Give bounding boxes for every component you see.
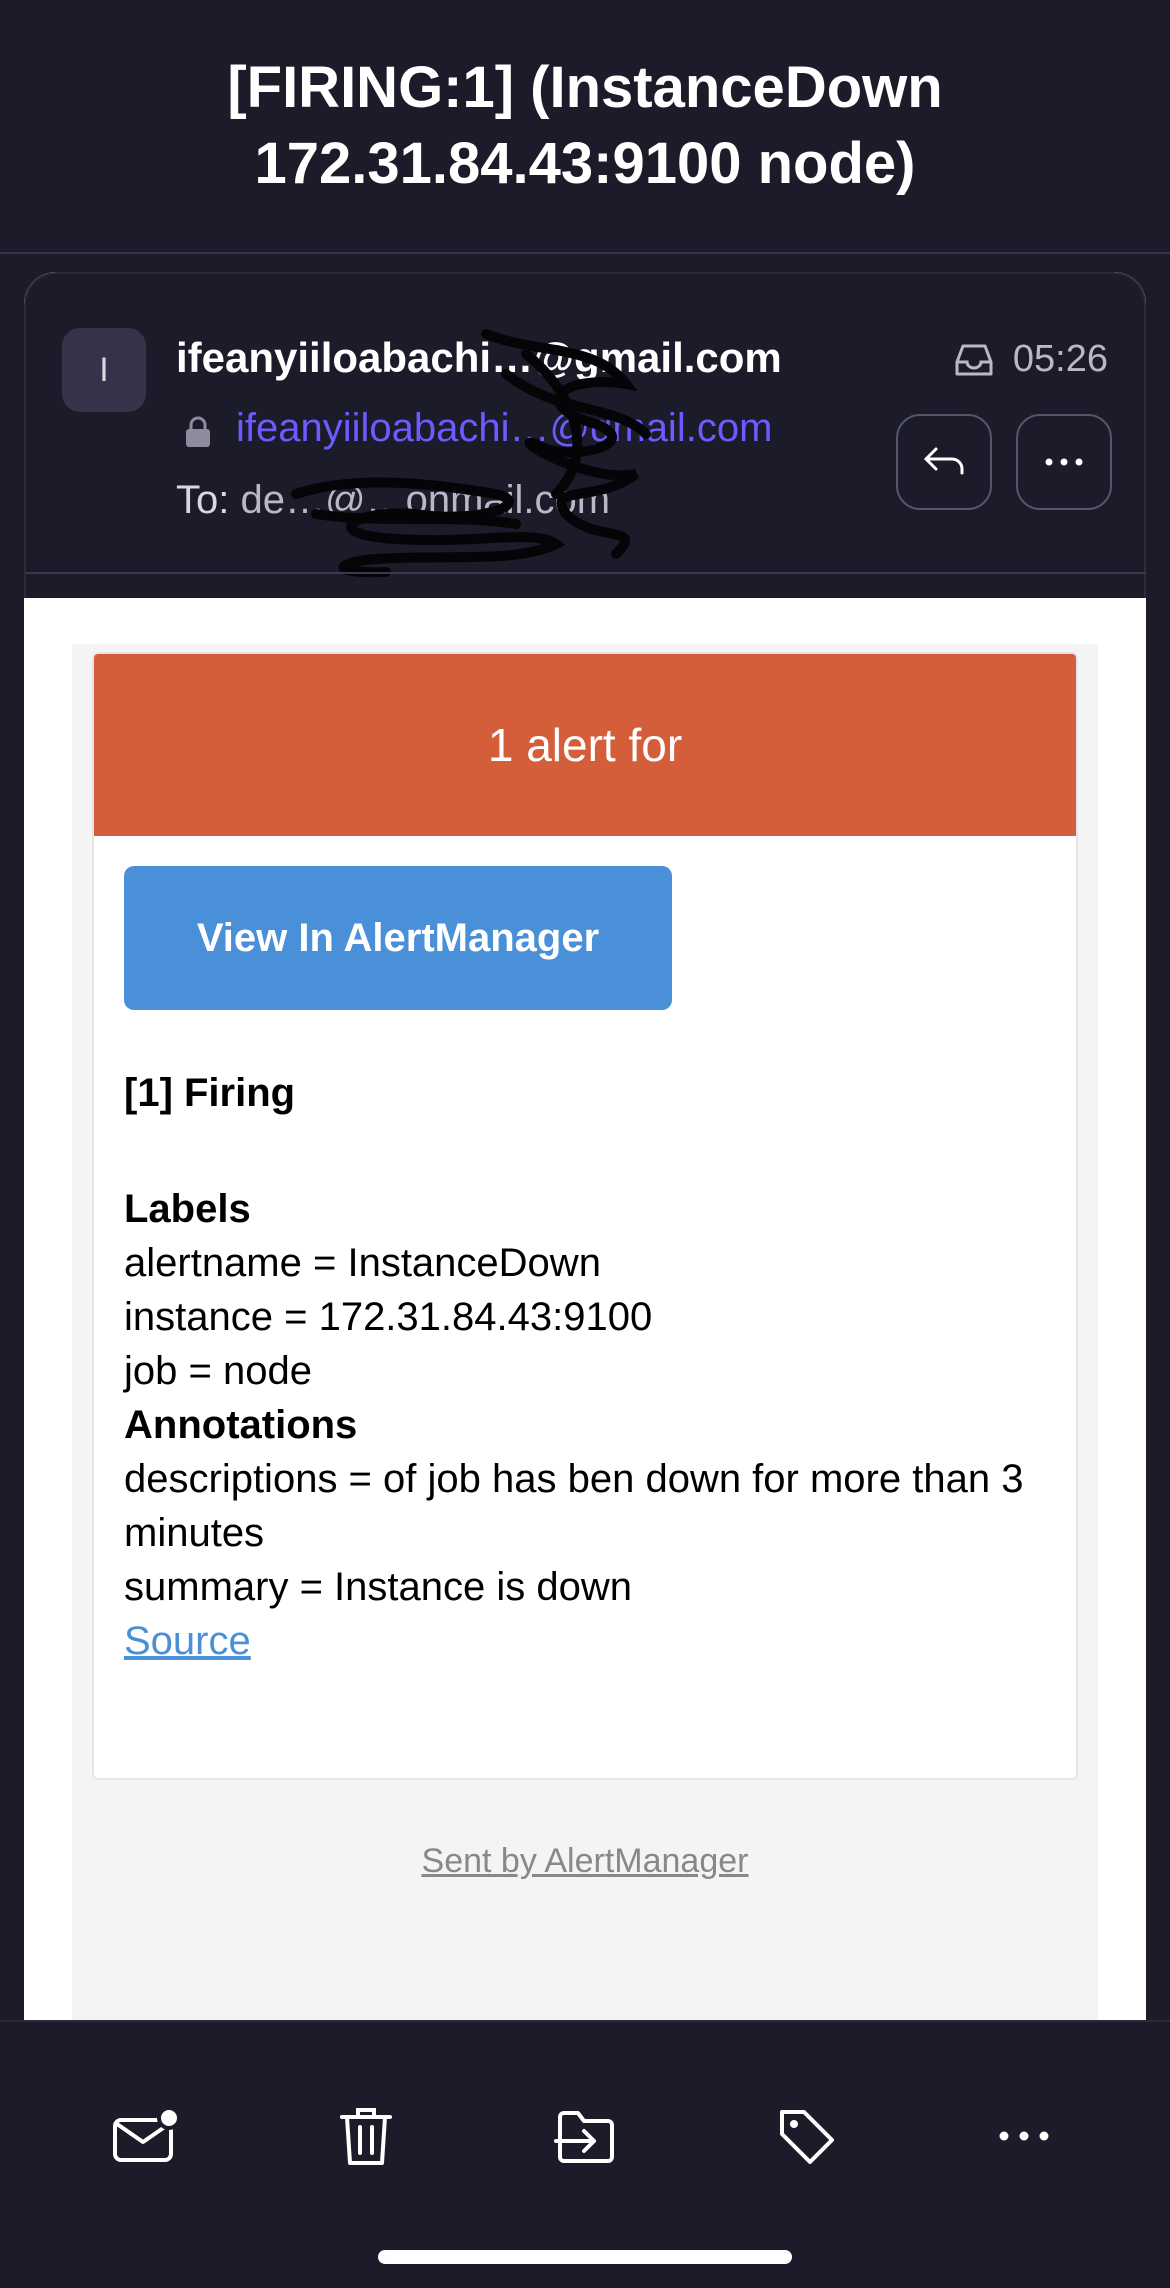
more-options-button[interactable] [1016, 414, 1112, 510]
move-button[interactable] [546, 2096, 626, 2176]
annotations-heading: Annotations [124, 1403, 358, 1447]
source-link[interactable]: Source [124, 1619, 251, 1663]
label-button[interactable] [766, 2096, 846, 2176]
tag-icon [780, 2110, 834, 2164]
avatar[interactable]: I [62, 328, 146, 412]
alert-details: [1] Firing Labels alertname = InstanceDo… [124, 1066, 1046, 1668]
header-divider [0, 252, 1170, 254]
to-label: To: [176, 478, 230, 522]
sender-header: I ifeanyiiloabachi…@gmail.com ifeanyiilo… [24, 272, 1146, 598]
email-body: 1 alert for View In AlertManager [1] Fir… [72, 644, 1098, 2020]
more-horizontal-icon [999, 2131, 1049, 2141]
email-subject: [FIRING:1] (InstanceDown 172.31.84.43:91… [0, 0, 1170, 252]
sender-name[interactable]: ifeanyiiloabachi…@gmail.com [176, 334, 782, 382]
sender-address[interactable]: ifeanyiiloabachi…@gmail.com [236, 406, 772, 451]
sender-divider [26, 572, 1146, 574]
trash-icon [340, 2108, 392, 2165]
recipient-line[interactable]: To: de…@…onmail.com [176, 478, 610, 523]
reply-icon [924, 447, 964, 475]
bottom-toolbar [0, 2020, 1170, 2288]
annotation-line: summary = Instance is down [124, 1565, 632, 1609]
recipient-address: de…@…onmail.com [240, 478, 611, 522]
label-line: instance = 172.31.84.43:9100 [124, 1295, 653, 1339]
mark-unread-button[interactable] [106, 2096, 186, 2176]
message-card: I ifeanyiiloabachi…@gmail.com ifeanyiilo… [24, 272, 1146, 2020]
toolbar-more-button[interactable] [984, 2096, 1064, 2176]
reply-button[interactable] [896, 414, 992, 510]
alert-header: 1 alert for [94, 654, 1076, 836]
time-wrap: 05:26 [953, 338, 1108, 381]
lock-icon [186, 416, 210, 447]
view-in-alertmanager-button[interactable]: View In AlertManager [124, 866, 672, 1010]
sent-by-link[interactable]: Sent by AlertManager [72, 1842, 1098, 1881]
labels-heading: Labels [124, 1187, 251, 1231]
firing-title: [1] Firing [124, 1071, 296, 1115]
label-line: job = node [124, 1349, 312, 1393]
annotation-line: descriptions = of job has ben down for m… [124, 1457, 1024, 1555]
home-indicator[interactable] [378, 2250, 792, 2264]
inbox-icon [955, 344, 993, 375]
label-line: alertname = InstanceDown [124, 1241, 601, 1285]
move-icon [554, 2111, 614, 2163]
received-time: 05:26 [1012, 338, 1108, 380]
alert-box: 1 alert for View In AlertManager [1] Fir… [92, 652, 1078, 1780]
mark-unread-icon [113, 2106, 181, 2162]
delete-button[interactable] [326, 2096, 406, 2176]
more-horizontal-icon [1045, 458, 1083, 466]
